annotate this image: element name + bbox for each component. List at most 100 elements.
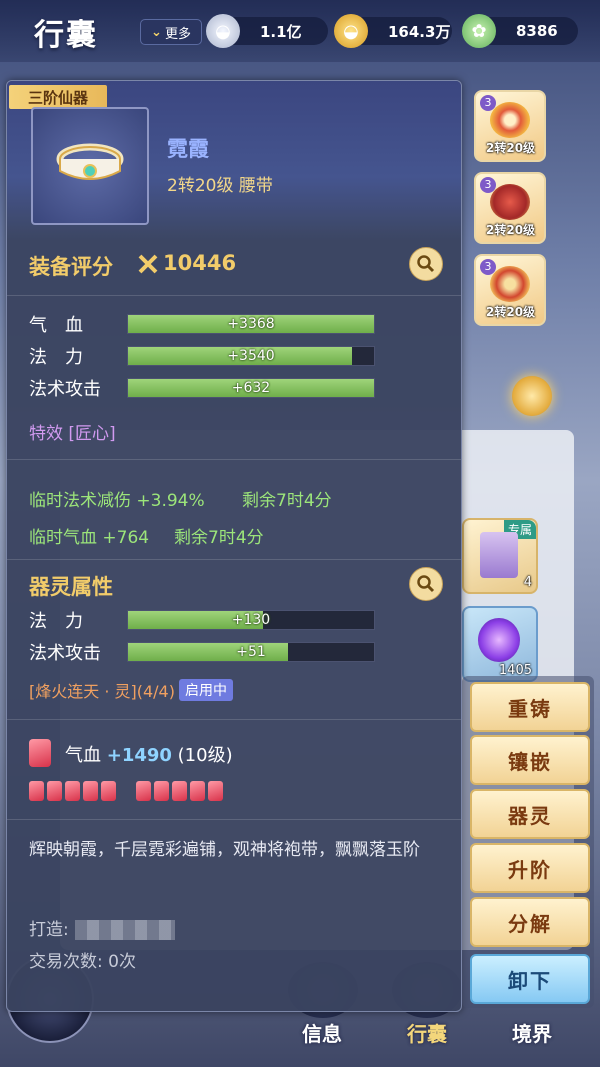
equipped-slot-helmet[interactable]: 3 2转20级 <box>474 254 546 326</box>
item-count: 4 <box>523 575 532 590</box>
blurred-name <box>74 920 175 940</box>
trade-count: 交易次数: 0次 <box>29 952 136 972</box>
stat-bar: +632 <box>127 378 375 398</box>
stat-value: +3540 <box>227 348 275 364</box>
slot-level-label: 2转20级 <box>486 305 536 319</box>
equipped-slot-ring[interactable]: 3 2转20级 <box>474 90 546 162</box>
forge-line: 打造: <box>29 915 175 940</box>
gem-line: 气血 +1490 (10级) <box>65 741 233 767</box>
bag-item-flame[interactable]: 1405 <box>462 606 538 682</box>
ring-icon <box>490 102 530 138</box>
currency-silver[interactable]: ◒ 1.1亿 <box>206 14 328 48</box>
stat-value: +3368 <box>227 316 275 332</box>
top-bar: 行囊 ⌄ 更多 ◒ 1.1亿 ◒ 164.3万 ✿ 8386 <box>0 0 600 62</box>
nav-realm[interactable]: 境界 <box>512 1018 552 1047</box>
gem-slots <box>29 781 223 801</box>
chevron-down-icon: ⌄ <box>151 24 162 40</box>
set-name: [烽火连天 · 灵](4/4) <box>29 682 175 701</box>
gem-slot-icon <box>154 781 169 801</box>
score-label: 装备评分 <box>29 255 113 279</box>
unequip-button[interactable]: 卸下 <box>470 954 590 1004</box>
gem-name: 气血 <box>65 745 101 766</box>
currency-jade[interactable]: ✿ 8386 <box>462 14 578 48</box>
nav-info[interactable]: 信息 <box>302 1018 342 1047</box>
divider <box>7 559 461 560</box>
stat-value: +130 <box>231 612 271 628</box>
gem-slot-icon <box>47 781 62 801</box>
gem-slot-icon <box>208 781 223 801</box>
gem-slot-icon <box>29 781 44 801</box>
divider <box>7 459 461 460</box>
red-gem-icon <box>29 739 51 767</box>
helmet-icon <box>490 266 530 302</box>
crossed-swords-icon <box>137 253 159 275</box>
grade-tag: 三阶仙器 <box>9 85 107 109</box>
temp-buff-text: 临时气血 +764 <box>29 528 150 548</box>
gem-value: +1490 <box>106 745 172 766</box>
divider <box>7 819 461 820</box>
stat-name: 法 力 <box>29 611 83 632</box>
gem-level: (10级) <box>177 745 233 766</box>
stat-bar: +3368 <box>127 314 375 334</box>
slot-level-label: 2转20级 <box>486 141 536 155</box>
stat-bar: +51 <box>127 642 375 662</box>
jade-coin-icon: ✿ <box>462 14 496 48</box>
score-value: 10446 <box>163 251 237 275</box>
dismantle-button[interactable]: 分解 <box>470 897 590 947</box>
set-status-badge: 启用中 <box>178 679 233 701</box>
item-name: 霓霞 <box>167 137 209 161</box>
inlay-button[interactable]: 镶嵌 <box>470 735 590 785</box>
magnifier-icon <box>417 575 435 593</box>
currency-gold-value: 164.3万 <box>388 22 451 41</box>
action-menu: 重铸 镶嵌 器灵 升阶 分解 卸下 <box>462 676 594 1008</box>
scroll-icon <box>480 532 518 578</box>
stat-bar: +130 <box>127 610 375 630</box>
equipped-slot-armor[interactable]: 3 2转20级 <box>474 172 546 244</box>
bag-item-scroll[interactable]: 专属 4 <box>462 518 538 594</box>
gem-slot-icon <box>101 781 116 801</box>
stat-name: 气 血 <box>29 315 83 336</box>
temp-buff-text: 临时法术减伤 +3.94% <box>29 491 205 511</box>
divider <box>7 295 461 296</box>
forge-label: 打造: <box>29 920 69 940</box>
stat-value: +51 <box>236 644 266 660</box>
gem-slot-icon <box>136 781 151 801</box>
currency-gold[interactable]: ◒ 164.3万 <box>334 14 452 48</box>
stat-value: +632 <box>231 380 271 396</box>
more-label: 更多 <box>164 26 191 42</box>
score-detail-button[interactable] <box>409 247 443 281</box>
temp-buff-remain: 剩余7时4分 <box>174 528 264 548</box>
stat-name: 法 力 <box>29 347 83 368</box>
page-title: 行囊 <box>34 18 98 53</box>
item-icon-frame <box>31 107 149 225</box>
upgrade-button[interactable]: 升阶 <box>470 843 590 893</box>
slot-level-label: 2转20级 <box>486 223 536 237</box>
gem-slot-icon <box>65 781 80 801</box>
temp-buff-remain: 剩余7时4分 <box>242 491 332 511</box>
item-subtitle: 2转20级 腰带 <box>167 176 273 196</box>
recast-button[interactable]: 重铸 <box>470 682 590 732</box>
stat-name: 法术攻击 <box>29 643 101 664</box>
stat-bar: +3540 <box>127 346 375 366</box>
special-effect: 特效 [匠心] <box>29 424 116 444</box>
more-button[interactable]: ⌄ 更多 <box>140 19 202 45</box>
item-description: 辉映朝霞，千层霓彩遍铺，观神将袍带，飘飘落玉阶 <box>29 840 420 860</box>
spirit-detail-button[interactable] <box>409 567 443 601</box>
gem-slot-icon <box>190 781 205 801</box>
armor-icon <box>490 184 530 220</box>
purple-flame-icon <box>478 618 520 662</box>
gem-slot-icon <box>172 781 187 801</box>
item-detail-popup: 三阶仙器 霓霞 2转20级 腰带 装备评分 10446 气 血 +3368 法 … <box>6 80 462 1012</box>
stat-name: 法术攻击 <box>29 379 101 400</box>
spirit-button[interactable]: 器灵 <box>470 789 590 839</box>
currency-silver-value: 1.1亿 <box>260 22 302 41</box>
silver-ingot-icon: ◒ <box>206 14 240 48</box>
nav-bag[interactable]: 行囊 <box>407 1018 447 1047</box>
spirit-title: 器灵属性 <box>29 575 113 599</box>
magnifier-icon <box>417 255 435 273</box>
divider <box>7 719 461 720</box>
gold-ingot-icon: ◒ <box>334 14 368 48</box>
gem-slot-icon <box>83 781 98 801</box>
belt-icon <box>56 143 124 180</box>
swap-ring-icon[interactable] <box>512 376 552 416</box>
